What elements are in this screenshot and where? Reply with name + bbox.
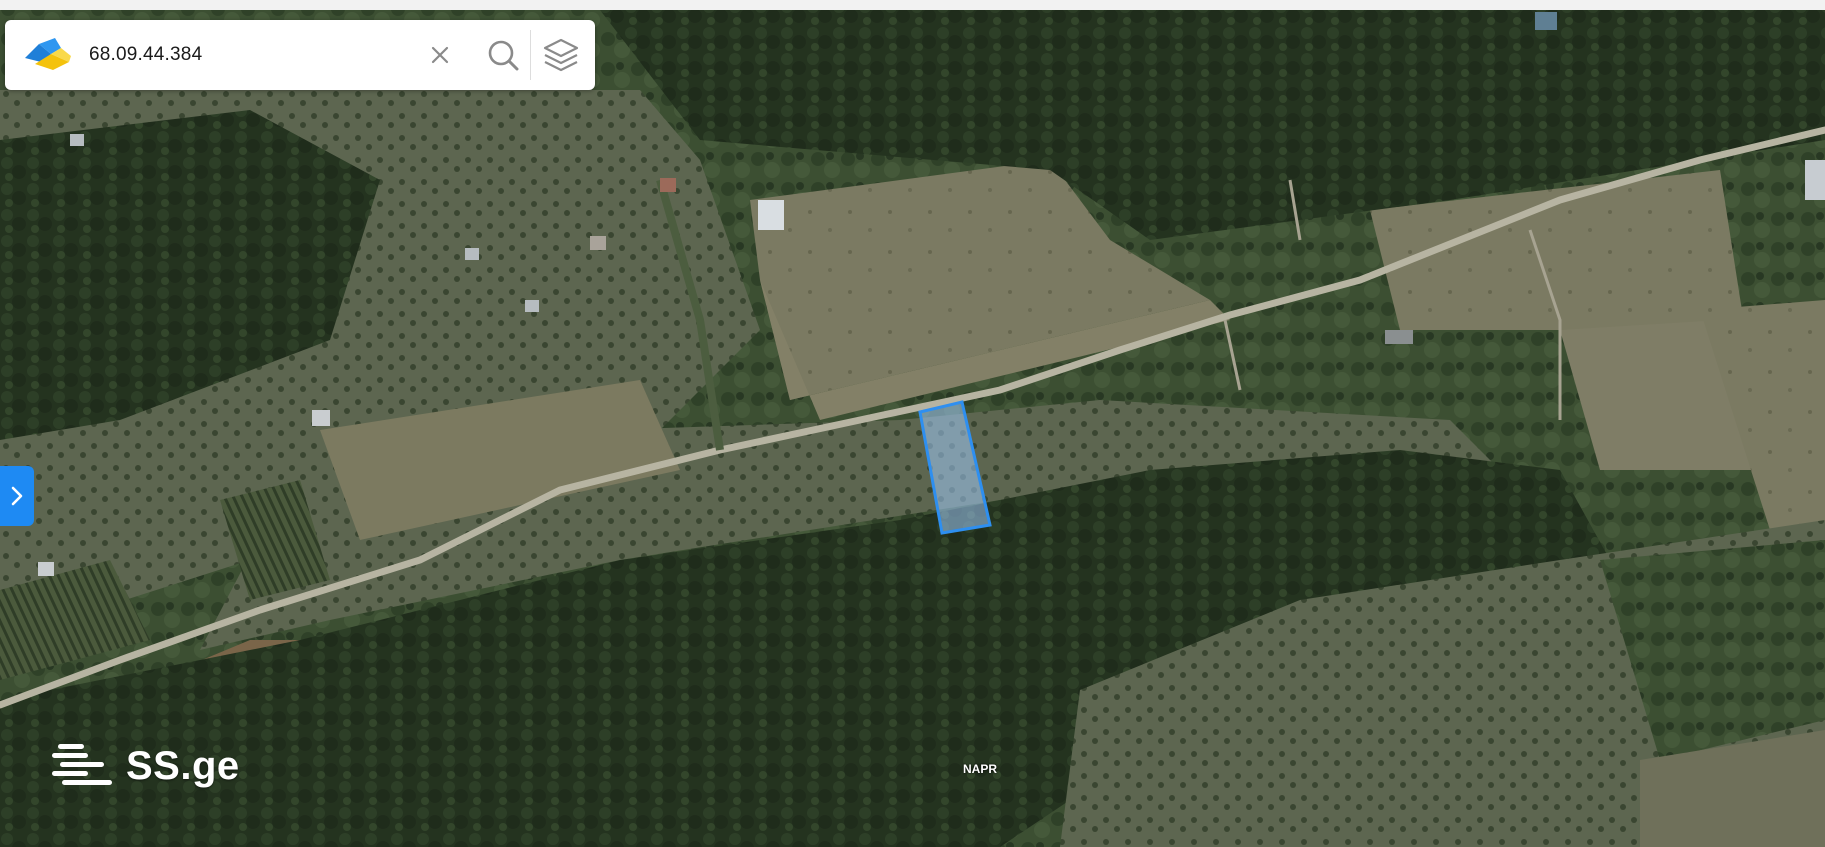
ssge-logo-icon (52, 744, 112, 785)
layers-icon (543, 38, 579, 72)
top-strip (0, 0, 1825, 10)
search-divider (530, 30, 531, 80)
ssge-brand: SS.ge (52, 740, 240, 792)
clear-search-button[interactable] (417, 32, 463, 78)
layers-button[interactable] (538, 32, 584, 78)
side-panel-toggle-button[interactable] (0, 466, 34, 526)
chevron-right-icon (11, 486, 23, 506)
search-bar: 68.09.44.384 (5, 20, 595, 90)
search-input[interactable]: 68.09.44.384 (89, 44, 202, 66)
close-icon (431, 46, 449, 64)
napr-logo-icon (25, 38, 71, 70)
search-button[interactable] (480, 32, 526, 78)
brand-text: SS.ge (126, 743, 240, 788)
map-attribution: NAPR (963, 762, 998, 776)
search-icon (488, 40, 519, 71)
satellite-map[interactable] (0, 0, 1825, 847)
